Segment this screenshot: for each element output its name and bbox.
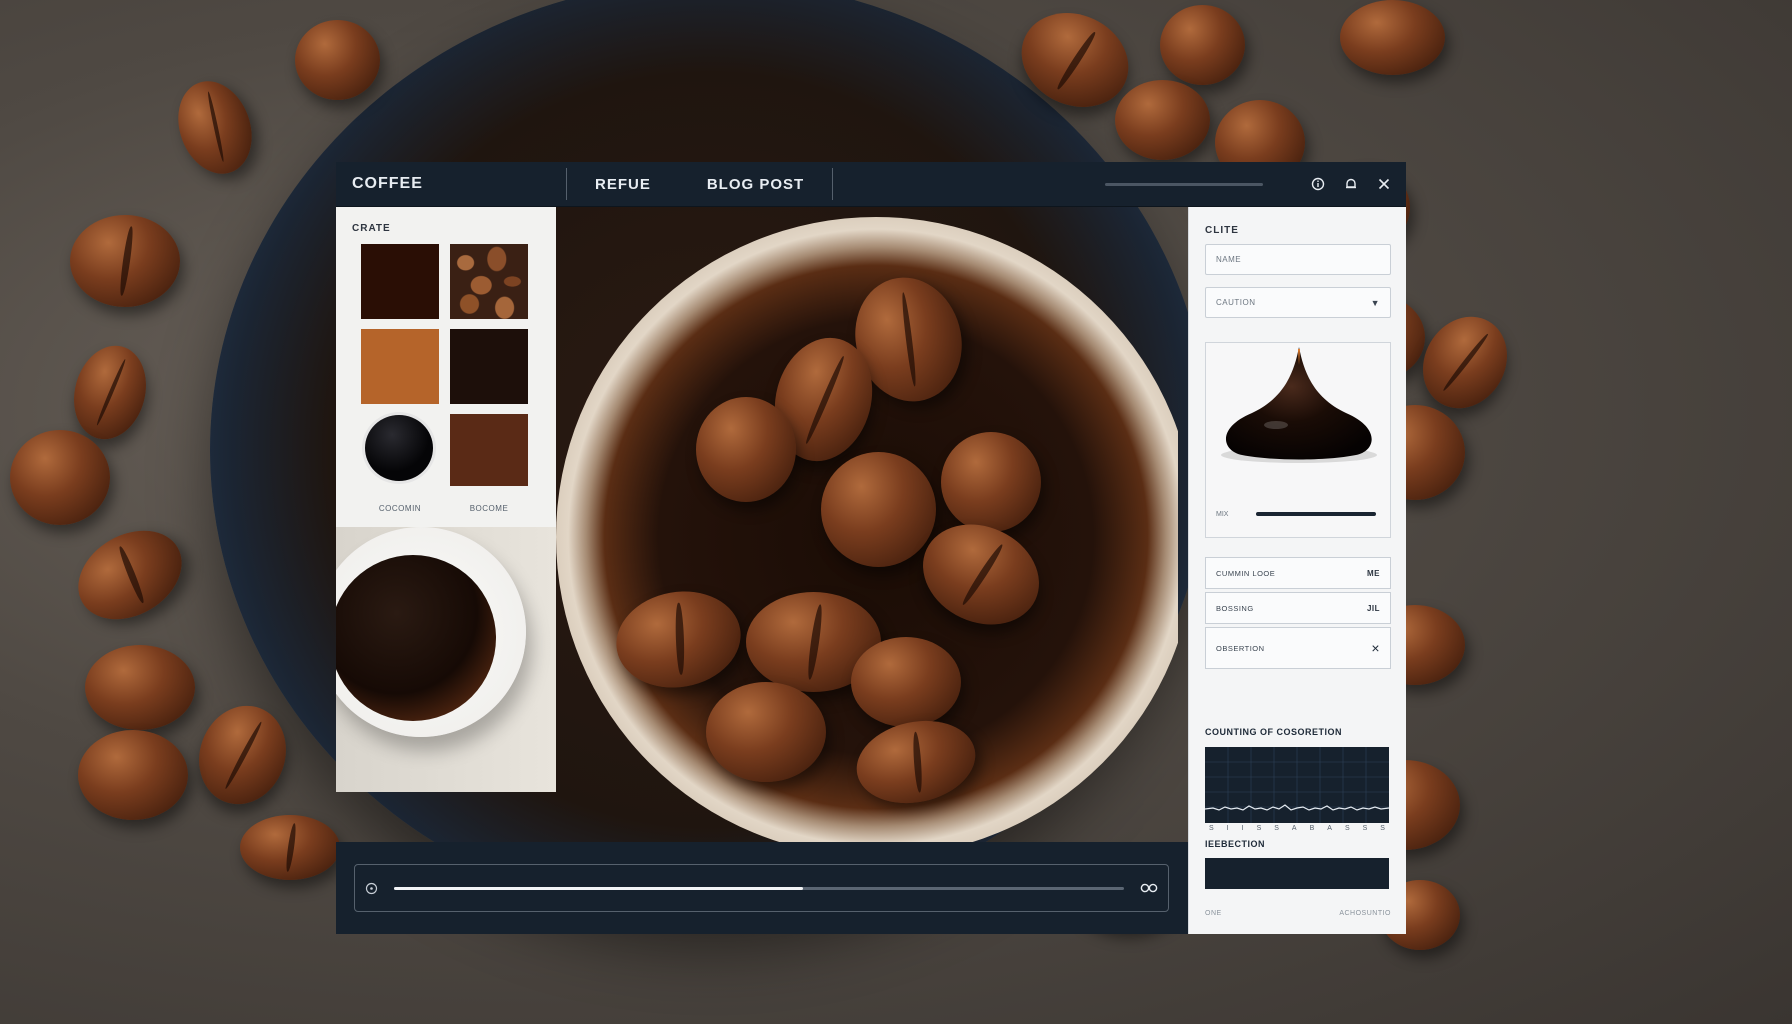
- coffee-bean: [10, 430, 110, 525]
- waveform-chart: [1204, 747, 1390, 823]
- espresso-cup-image: [336, 527, 556, 792]
- loop-icon[interactable]: [1140, 882, 1158, 894]
- chart-tick: A: [1327, 825, 1332, 832]
- swatch-panel: CRATE COCOMIN BOCOME: [336, 207, 556, 527]
- app-title: COFFEE: [352, 175, 423, 192]
- tab-refue[interactable]: REFUE: [567, 176, 679, 193]
- coffee-bean: [70, 215, 180, 307]
- main-coffee-image: [556, 207, 1178, 847]
- coffee-bean: [185, 693, 300, 817]
- mix-slider-label: MIX: [1216, 511, 1229, 518]
- name-field[interactable]: NAME: [1205, 244, 1391, 275]
- coffee-bean: [1160, 5, 1245, 85]
- chart-tick: S: [1362, 825, 1368, 832]
- coffee-bean: [941, 432, 1041, 532]
- panel-heading: CLITE: [1205, 225, 1239, 236]
- name-field-label: NAME: [1216, 255, 1242, 264]
- coffee-bean: [78, 730, 188, 820]
- chart-tick: A: [1291, 825, 1297, 832]
- chart-section-title: COUNTING OF COSORETION: [1205, 727, 1342, 737]
- row-obsertion[interactable]: OBSERTION ×: [1205, 627, 1391, 669]
- app-window: COFFEE REFUE BLOG POST CRATE COCOMIN BOC…: [336, 162, 1406, 934]
- chevron-down-icon: ▼: [1370, 297, 1380, 308]
- row-value: JIL: [1366, 603, 1380, 613]
- row-label: CUMMIN LOOE: [1216, 568, 1276, 578]
- progress-track[interactable]: [394, 887, 1124, 890]
- info-icon[interactable]: [1301, 177, 1334, 191]
- swatch-caramel[interactable]: [361, 329, 439, 404]
- apply-button[interactable]: [1205, 858, 1389, 889]
- swatch-label: COCOMIN: [378, 504, 422, 513]
- row-cummin-looe[interactable]: CUMMIN LOOE ME: [1205, 557, 1391, 589]
- chart-tick: S: [1256, 825, 1262, 832]
- chart-tick: I: [1241, 825, 1244, 832]
- row-value: ME: [1367, 568, 1380, 578]
- media-player: [354, 864, 1169, 912]
- swatch-dark-roast[interactable]: [450, 329, 528, 404]
- coffee-bean: [821, 452, 936, 567]
- footer-right: ACHOSUNTIO: [1339, 910, 1391, 917]
- chart-tick: B: [1309, 825, 1315, 832]
- caution-select-value: CAUTION: [1216, 298, 1256, 307]
- title-bar: COFFEE REFUE BLOG POST: [336, 162, 1406, 207]
- swatch-black-drop[interactable]: [362, 412, 436, 484]
- title-slider[interactable]: [1105, 182, 1263, 186]
- coffee-bean: [706, 682, 826, 782]
- title-divider: [832, 168, 834, 200]
- swatch-chestnut[interactable]: [450, 414, 528, 486]
- row-label: OBSERTION: [1216, 643, 1265, 653]
- caution-select[interactable]: CAUTION ▼: [1205, 287, 1391, 318]
- coffee-bean: [1340, 0, 1445, 75]
- chart-tick: S: [1274, 825, 1279, 832]
- coffee-bean: [295, 20, 380, 100]
- cup-saucer: [336, 527, 526, 737]
- chart-tick: S: [1209, 825, 1214, 832]
- bell-icon[interactable]: [1334, 177, 1367, 191]
- chart-tick: S: [1344, 825, 1350, 832]
- coffee-bean: [62, 512, 198, 638]
- ieebection-title: IEEBECTION: [1205, 839, 1266, 849]
- cup-coffee: [336, 555, 496, 721]
- chocolate-drop-shape: [1221, 347, 1377, 463]
- panel-heading: CRATE: [352, 223, 391, 234]
- footer-left: ONE: [1205, 910, 1222, 917]
- panel-footer: ONE ACHOSUNTIO: [1205, 910, 1391, 917]
- play-icon[interactable]: [365, 882, 378, 895]
- properties-panel: CLITE NAME CAUTION ▼ MIX CUMMIN LOOE ME …: [1188, 207, 1406, 934]
- progress-fill: [394, 887, 803, 890]
- swatch-beans-photo[interactable]: [450, 244, 528, 319]
- coffee-bean: [165, 70, 265, 185]
- coffee-bean: [1115, 80, 1210, 160]
- tab-blog-post[interactable]: BLOG POST: [679, 176, 832, 193]
- mix-slider[interactable]: [1256, 512, 1376, 516]
- chart-tick: S: [1380, 825, 1385, 832]
- chart-ticks: S I I S S A B A S S S: [1205, 825, 1389, 832]
- chart-tick: I: [1226, 825, 1229, 832]
- swatch-espresso[interactable]: [361, 244, 439, 319]
- media-bar: [336, 842, 1188, 934]
- coffee-bean: [696, 397, 796, 502]
- close-x-icon[interactable]: ×: [1371, 640, 1380, 656]
- coffee-bean: [63, 337, 157, 448]
- row-bossing[interactable]: BOSSING JIL: [1205, 592, 1391, 624]
- coffee-bean: [240, 815, 340, 880]
- coffee-bean: [851, 637, 961, 727]
- close-icon[interactable]: [1367, 177, 1400, 191]
- drop-preview: MIX: [1205, 342, 1391, 538]
- row-label: BOSSING: [1216, 603, 1254, 613]
- swatch-label: BOCOME: [469, 504, 509, 513]
- coffee-bean: [85, 645, 195, 730]
